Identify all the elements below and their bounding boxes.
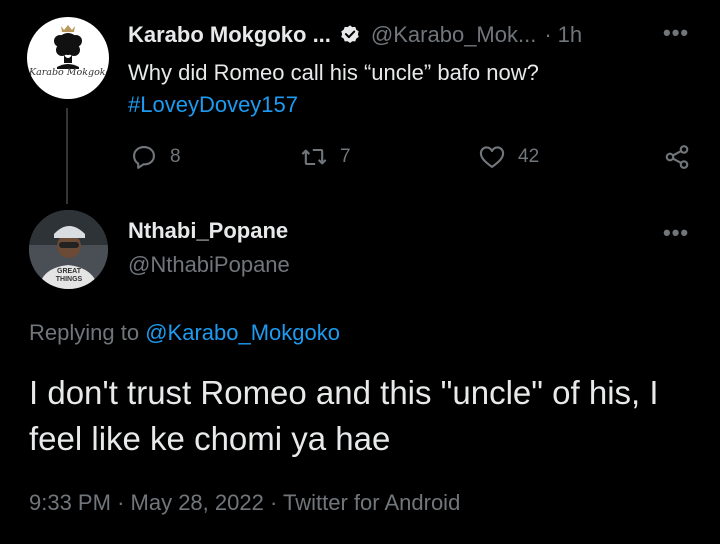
reply-handle[interactable]: @NthabiPopane: [128, 252, 290, 278]
tweet-meta: 9:33 PM · May 28, 2022 · Twitter for And…: [29, 490, 460, 516]
parent-more-icon[interactable]: •••: [663, 20, 689, 46]
retweet-action[interactable]: 7: [300, 143, 351, 171]
replying-to-line: Replying to @Karabo_Mokgoko: [29, 320, 340, 346]
shirt-print: GREAT THINGS: [55, 268, 83, 283]
heart-icon: [479, 146, 505, 168]
share-icon: [665, 145, 689, 169]
reply-action[interactable]: 8: [130, 143, 181, 171]
avatar-signature: Karabo Mokgoko: [29, 67, 109, 78]
reply-avatar[interactable]: GREAT THINGS: [29, 210, 108, 289]
parent-avatar[interactable]: Karabo Mokgoko: [27, 17, 109, 99]
like-action[interactable]: 42: [478, 143, 539, 171]
meta-separator-2: ·: [269, 490, 278, 515]
tweet-source: Twitter for Android: [283, 490, 461, 515]
parent-hashtag-link[interactable]: #LoveyDovey157: [128, 90, 298, 120]
reply-count: 8: [170, 146, 181, 167]
replying-mention-link[interactable]: @Karabo_Mokgoko: [145, 320, 340, 345]
parent-header: Karabo Mokgoko ... @Karabo_Mok... · 1h: [128, 18, 582, 52]
reply-display-name[interactable]: Nthabi_Popane: [128, 218, 288, 244]
tweet-date[interactable]: May 28, 2022: [131, 490, 264, 515]
avatar-silhouette-icon: [54, 25, 82, 69]
replying-prefix: Replying to: [29, 320, 140, 345]
reply-tweet-text: I don't trust Romeo and this "uncle" of …: [29, 374, 659, 457]
tweet-time[interactable]: 9:33 PM: [29, 490, 111, 515]
reply-more-icon[interactable]: •••: [663, 220, 689, 246]
like-count: 42: [518, 146, 540, 167]
verified-badge-icon: [341, 25, 359, 43]
thread-connector: [66, 108, 68, 204]
reply-icon: [133, 146, 155, 169]
retweet-count: 7: [340, 146, 351, 167]
meta-separator-1: ·: [117, 490, 125, 515]
header-separator: ·: [544, 22, 552, 47]
parent-timestamp[interactable]: 1h: [558, 22, 582, 48]
parent-tweet-text: Why did Romeo call his “uncle” bafo now?: [128, 60, 539, 85]
parent-handle[interactable]: @Karabo_Mok...: [371, 22, 536, 48]
retweet-icon: [301, 148, 327, 166]
parent-display-name[interactable]: Karabo Mokgoko ...: [128, 22, 331, 48]
share-action[interactable]: [663, 143, 703, 171]
